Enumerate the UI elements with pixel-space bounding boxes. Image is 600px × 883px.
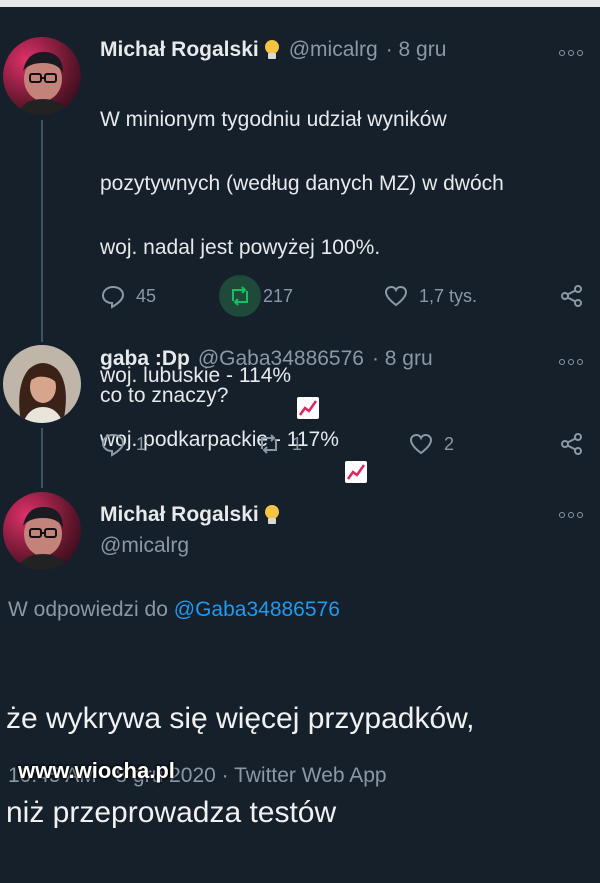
tweet-text-line: pozytywnych (według danych MZ) w dwóch xyxy=(100,172,504,195)
tweet-text-line: że wykrywa się więcej przypadków, xyxy=(6,702,475,735)
watermark: www.wiocha.pl xyxy=(18,758,175,783)
tweet-header: Michał Rogalski @micalrg · 8 gru xyxy=(100,38,446,62)
author-handle[interactable]: @micalrg xyxy=(289,38,378,62)
tweet-text-line: woj. nadal jest powyżej 100%. xyxy=(100,236,381,259)
retweet-count: 217 xyxy=(263,285,294,306)
tweet-time[interactable]: · 8 gru xyxy=(386,38,447,62)
more-options-icon[interactable] xyxy=(556,46,586,60)
author-name[interactable]: gaba :Dp xyxy=(100,347,190,371)
share-icon xyxy=(561,285,582,307)
author-handle-row: @micalrg xyxy=(92,534,189,558)
retweet-button[interactable]: 217 xyxy=(227,276,293,316)
replying-to: W odpowiedzi do @Gaba34886576 xyxy=(8,598,340,622)
author-handle[interactable]: @Gaba34886576 xyxy=(198,347,364,371)
retweet-count: 1 xyxy=(292,433,303,454)
like-button[interactable]: 1,7 tys. xyxy=(383,276,477,316)
author-handle[interactable]: @micalrg xyxy=(100,534,189,558)
reply-button[interactable]: 45 xyxy=(100,276,156,316)
reply-prefix: W odpowiedzi do xyxy=(8,598,174,621)
tweet-text: co to znaczy? xyxy=(100,384,229,407)
lightbulb-icon xyxy=(263,39,281,61)
reply-icon xyxy=(101,285,125,309)
tweet-text-line: niż przeprowadza testów xyxy=(6,796,337,829)
reply-handle-link[interactable]: @Gaba34886576 xyxy=(174,598,340,621)
lightbulb-icon xyxy=(263,504,281,526)
chart-increasing-icon xyxy=(344,429,367,483)
heart-icon xyxy=(409,433,433,455)
tweet-text-line: W minionym tygodniu udział wyników xyxy=(100,108,447,131)
like-button[interactable]: 2 xyxy=(408,424,454,464)
more-options-icon[interactable] xyxy=(556,355,586,369)
thread-line xyxy=(41,120,43,342)
share-button[interactable] xyxy=(559,424,585,464)
avatar[interactable] xyxy=(3,37,81,115)
avatar[interactable] xyxy=(3,345,81,423)
thread-line xyxy=(41,428,43,488)
retweet-icon xyxy=(261,434,277,454)
retweet-icon xyxy=(232,286,248,306)
like-count: 2 xyxy=(444,433,455,454)
retweet-button[interactable]: 1 xyxy=(256,424,302,464)
author-name[interactable]: Michał Rogalski xyxy=(100,503,259,527)
author-name[interactable]: Michał Rogalski xyxy=(100,38,259,62)
reply-icon xyxy=(101,433,125,457)
share-icon xyxy=(561,433,582,455)
tweet-time[interactable]: · 8 gru xyxy=(372,347,433,371)
share-button[interactable] xyxy=(559,276,585,316)
reply-button[interactable]: 1 xyxy=(100,424,146,464)
like-count: 1,7 tys. xyxy=(419,285,478,306)
avatar[interactable] xyxy=(3,492,81,570)
reply-count: 1 xyxy=(136,433,147,454)
tweet-header: Michał Rogalski xyxy=(100,503,281,527)
heart-icon xyxy=(384,285,408,307)
more-options-icon[interactable] xyxy=(556,508,586,522)
tweet-header: gaba :Dp @Gaba34886576 · 8 gru xyxy=(100,347,433,371)
reply-count: 45 xyxy=(136,285,157,306)
top-bar xyxy=(0,0,600,7)
